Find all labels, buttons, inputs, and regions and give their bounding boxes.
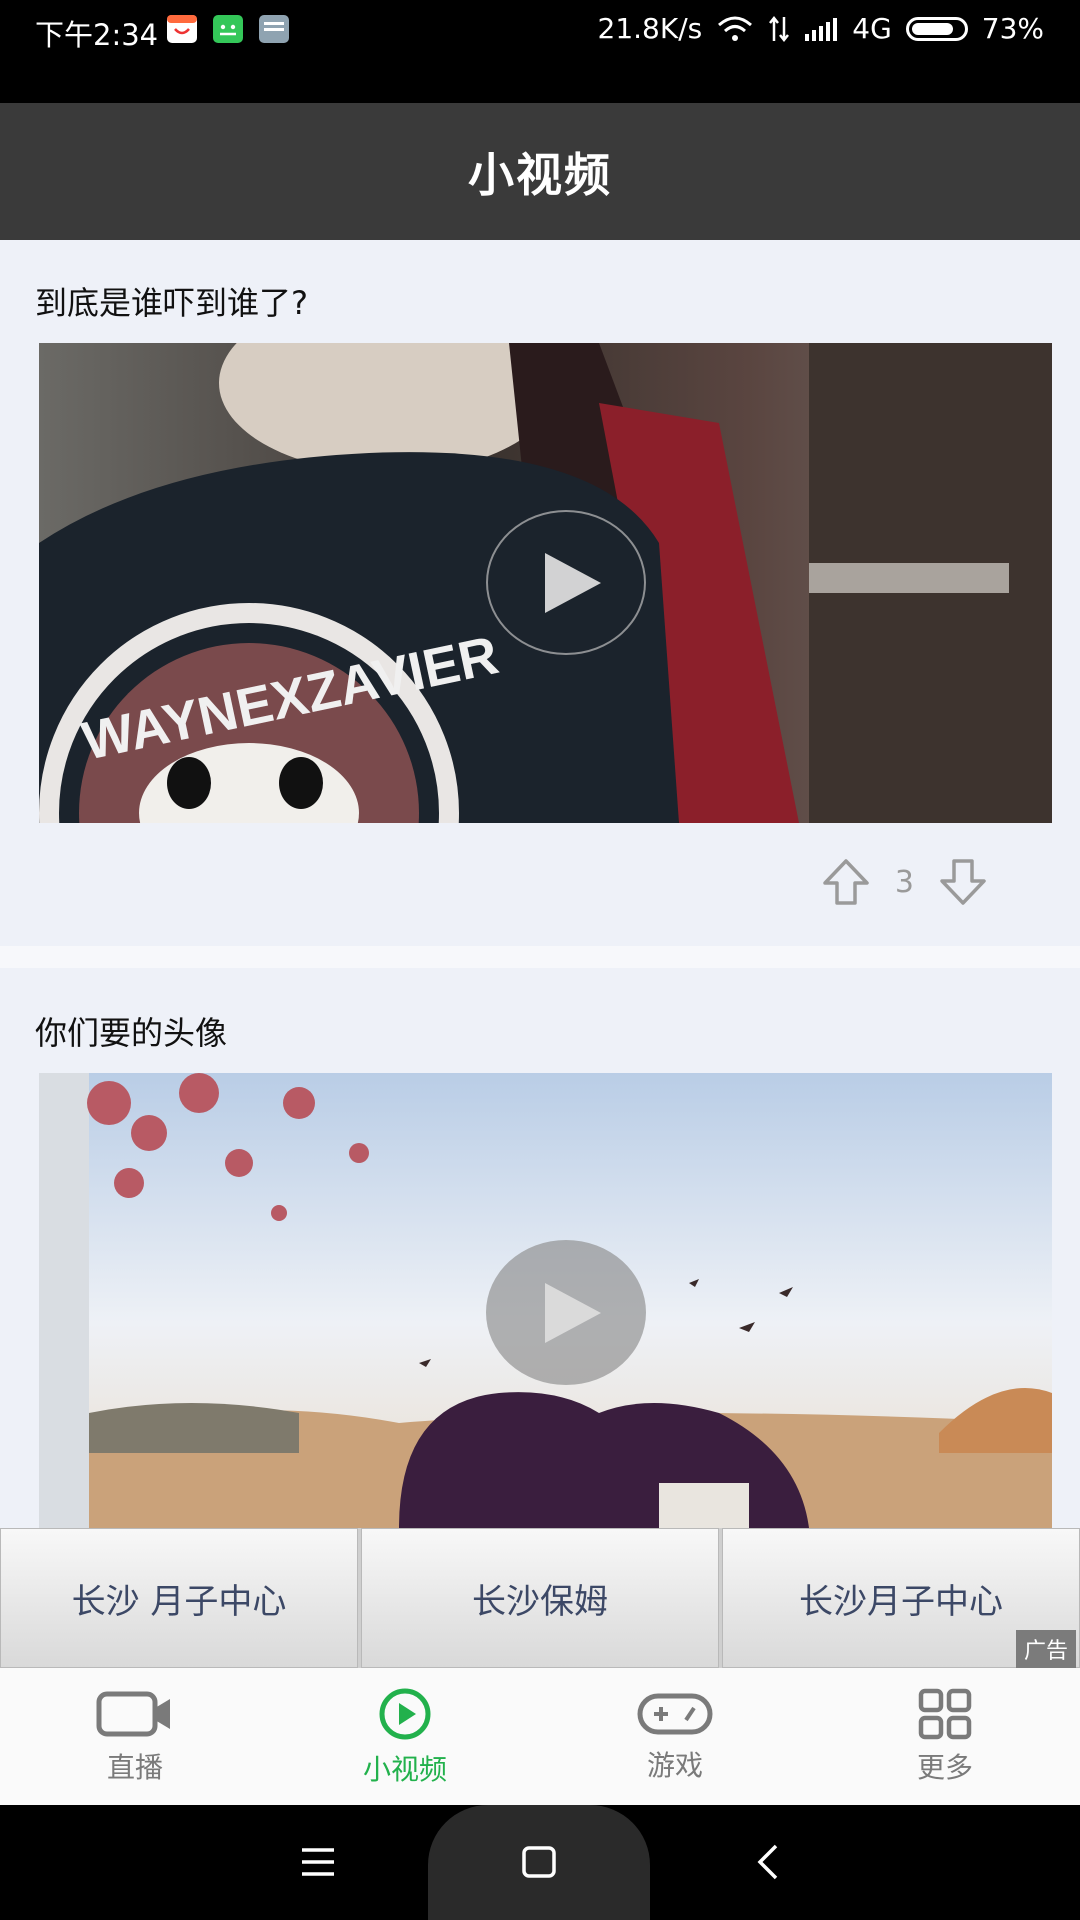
page-title: 小视频 [468, 147, 612, 202]
ad-link[interactable]: 长沙保姆 [361, 1528, 719, 1668]
card-divider [0, 946, 1080, 968]
video-title[interactable]: 到底是谁吓到谁了? [35, 278, 308, 324]
notification-icons [166, 14, 290, 44]
video-card[interactable]: 你们要的头像 [0, 968, 1080, 1528]
home-icon [522, 1846, 556, 1878]
ad-link[interactable]: 长沙 月子中心 [0, 1528, 358, 1668]
tab-short-video[interactable]: 小视频 [270, 1668, 540, 1805]
data-arrows-icon [769, 15, 790, 42]
calendar-app-icon [167, 15, 197, 43]
play-icon [545, 552, 601, 613]
vote-count: 3 [894, 864, 914, 900]
bottom-nav: 直播 小视频 游戏 更多 [0, 1668, 1080, 1805]
tab-games[interactable]: 游戏 [540, 1668, 810, 1805]
battery-icon [905, 16, 968, 41]
android-app-icon [213, 15, 243, 43]
downvote-icon[interactable] [938, 857, 988, 907]
app-header: 小视频 [0, 103, 1080, 240]
tab-live[interactable]: 直播 [0, 1668, 270, 1805]
ad-bar: 长沙 月子中心 长沙保姆 长沙月子中心 广告 [0, 1528, 1080, 1668]
play-circle-icon [379, 1688, 431, 1739]
tab-label: 小视频 [362, 1752, 447, 1786]
video-title[interactable]: 你们要的头像 [35, 1008, 227, 1054]
play-icon [545, 1282, 601, 1343]
video-thumbnail[interactable] [39, 1073, 1052, 1528]
vote-controls: 3 [821, 857, 988, 907]
signal-icon [805, 17, 838, 41]
notes-app-icon [259, 15, 289, 43]
status-time: 下午2:34 [35, 18, 159, 52]
wifi-icon [718, 16, 753, 41]
tab-more[interactable]: 更多 [810, 1668, 1080, 1805]
tab-label: 游戏 [646, 1748, 703, 1782]
battery-percent: 73% [981, 12, 1044, 45]
play-button[interactable] [486, 1240, 646, 1385]
video-thumbnail[interactable]: WAYNEXZAVIER [39, 343, 1052, 823]
status-bar: 下午2:34 21.8K/s 4G 73% [0, 0, 1080, 103]
tab-label: 更多 [916, 1750, 973, 1784]
video-camera-icon [96, 1691, 170, 1736]
status-right: 21.8K/s 4G 73% [598, 12, 1044, 45]
network-type: 4G [852, 12, 892, 45]
home-pill[interactable] [428, 1805, 650, 1920]
gamepad-icon [637, 1693, 713, 1734]
back-icon[interactable] [756, 1843, 780, 1881]
upvote-icon[interactable] [821, 857, 871, 907]
system-nav-bar [0, 1805, 1080, 1920]
tab-label: 直播 [106, 1750, 163, 1784]
net-speed: 21.8K/s [597, 12, 703, 45]
menu-icon[interactable] [300, 1845, 336, 1879]
grid-icon [918, 1688, 972, 1739]
video-card[interactable]: 到底是谁吓到谁了? WAYNEXZAVIER 3 [0, 240, 1080, 968]
play-button[interactable] [486, 510, 646, 655]
ad-label: 广告 [1015, 1630, 1076, 1668]
